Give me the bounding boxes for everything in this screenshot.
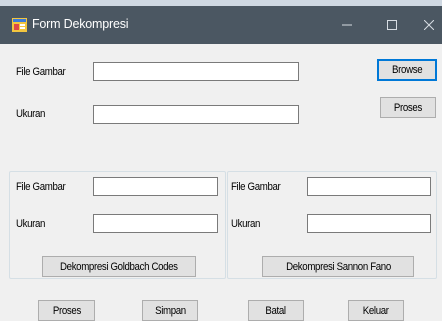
close-button[interactable] xyxy=(414,12,442,38)
sannon-size-label: Ukuran xyxy=(231,218,261,230)
ukuran-label: Ukuran xyxy=(16,108,46,120)
simpan-button-label: Simpan xyxy=(154,304,186,317)
batal-button[interactable]: Batal xyxy=(248,300,304,321)
dekompresi-goldbach-label: Dekompresi Goldbach Codes xyxy=(60,260,178,273)
keluar-button[interactable]: Keluar xyxy=(348,300,404,321)
window-title: Form Dekompresi xyxy=(32,17,129,31)
dekompresi-sannon-button[interactable]: Dekompresi Sannon Fano xyxy=(262,256,414,277)
goldbach-file-label: File Gambar xyxy=(16,181,66,193)
sannon-file-input[interactable] xyxy=(307,177,431,196)
goldbach-size-label: Ukuran xyxy=(16,218,46,230)
goldbach-file-input[interactable] xyxy=(93,177,218,196)
title-bar[interactable]: Form Dekompresi xyxy=(0,6,442,44)
proses-top-button[interactable]: Proses xyxy=(380,97,436,118)
browse-button[interactable]: Browse xyxy=(377,59,437,81)
proses-top-button-label: Proses xyxy=(393,101,423,114)
sannon-file-label: File Gambar xyxy=(231,181,281,193)
minimize-button[interactable] xyxy=(332,12,362,38)
close-icon xyxy=(424,20,434,30)
proses-button-label: Proses xyxy=(52,304,81,317)
form-app-icon xyxy=(12,18,27,32)
keluar-button-label: Keluar xyxy=(363,304,389,317)
batal-button-label: Batal xyxy=(265,304,287,317)
maximize-icon xyxy=(387,20,397,30)
sannon-size-input[interactable] xyxy=(307,214,431,233)
goldbach-size-input[interactable] xyxy=(93,214,218,233)
simpan-button[interactable]: Simpan xyxy=(142,300,198,321)
browse-button-label: Browse xyxy=(391,64,423,76)
maximize-button[interactable] xyxy=(377,12,407,38)
file-gambar-input[interactable] xyxy=(93,62,299,81)
ukuran-input[interactable] xyxy=(93,105,299,124)
file-gambar-label: File Gambar xyxy=(16,66,66,78)
dekompresi-goldbach-button[interactable]: Dekompresi Goldbach Codes xyxy=(42,256,196,277)
minimize-icon xyxy=(342,24,352,26)
dekompresi-sannon-label: Dekompresi Sannon Fano xyxy=(285,260,391,273)
proses-button[interactable]: Proses xyxy=(38,300,95,321)
form-client-area: File Gambar Browse Ukuran Proses File Ga… xyxy=(0,44,442,321)
